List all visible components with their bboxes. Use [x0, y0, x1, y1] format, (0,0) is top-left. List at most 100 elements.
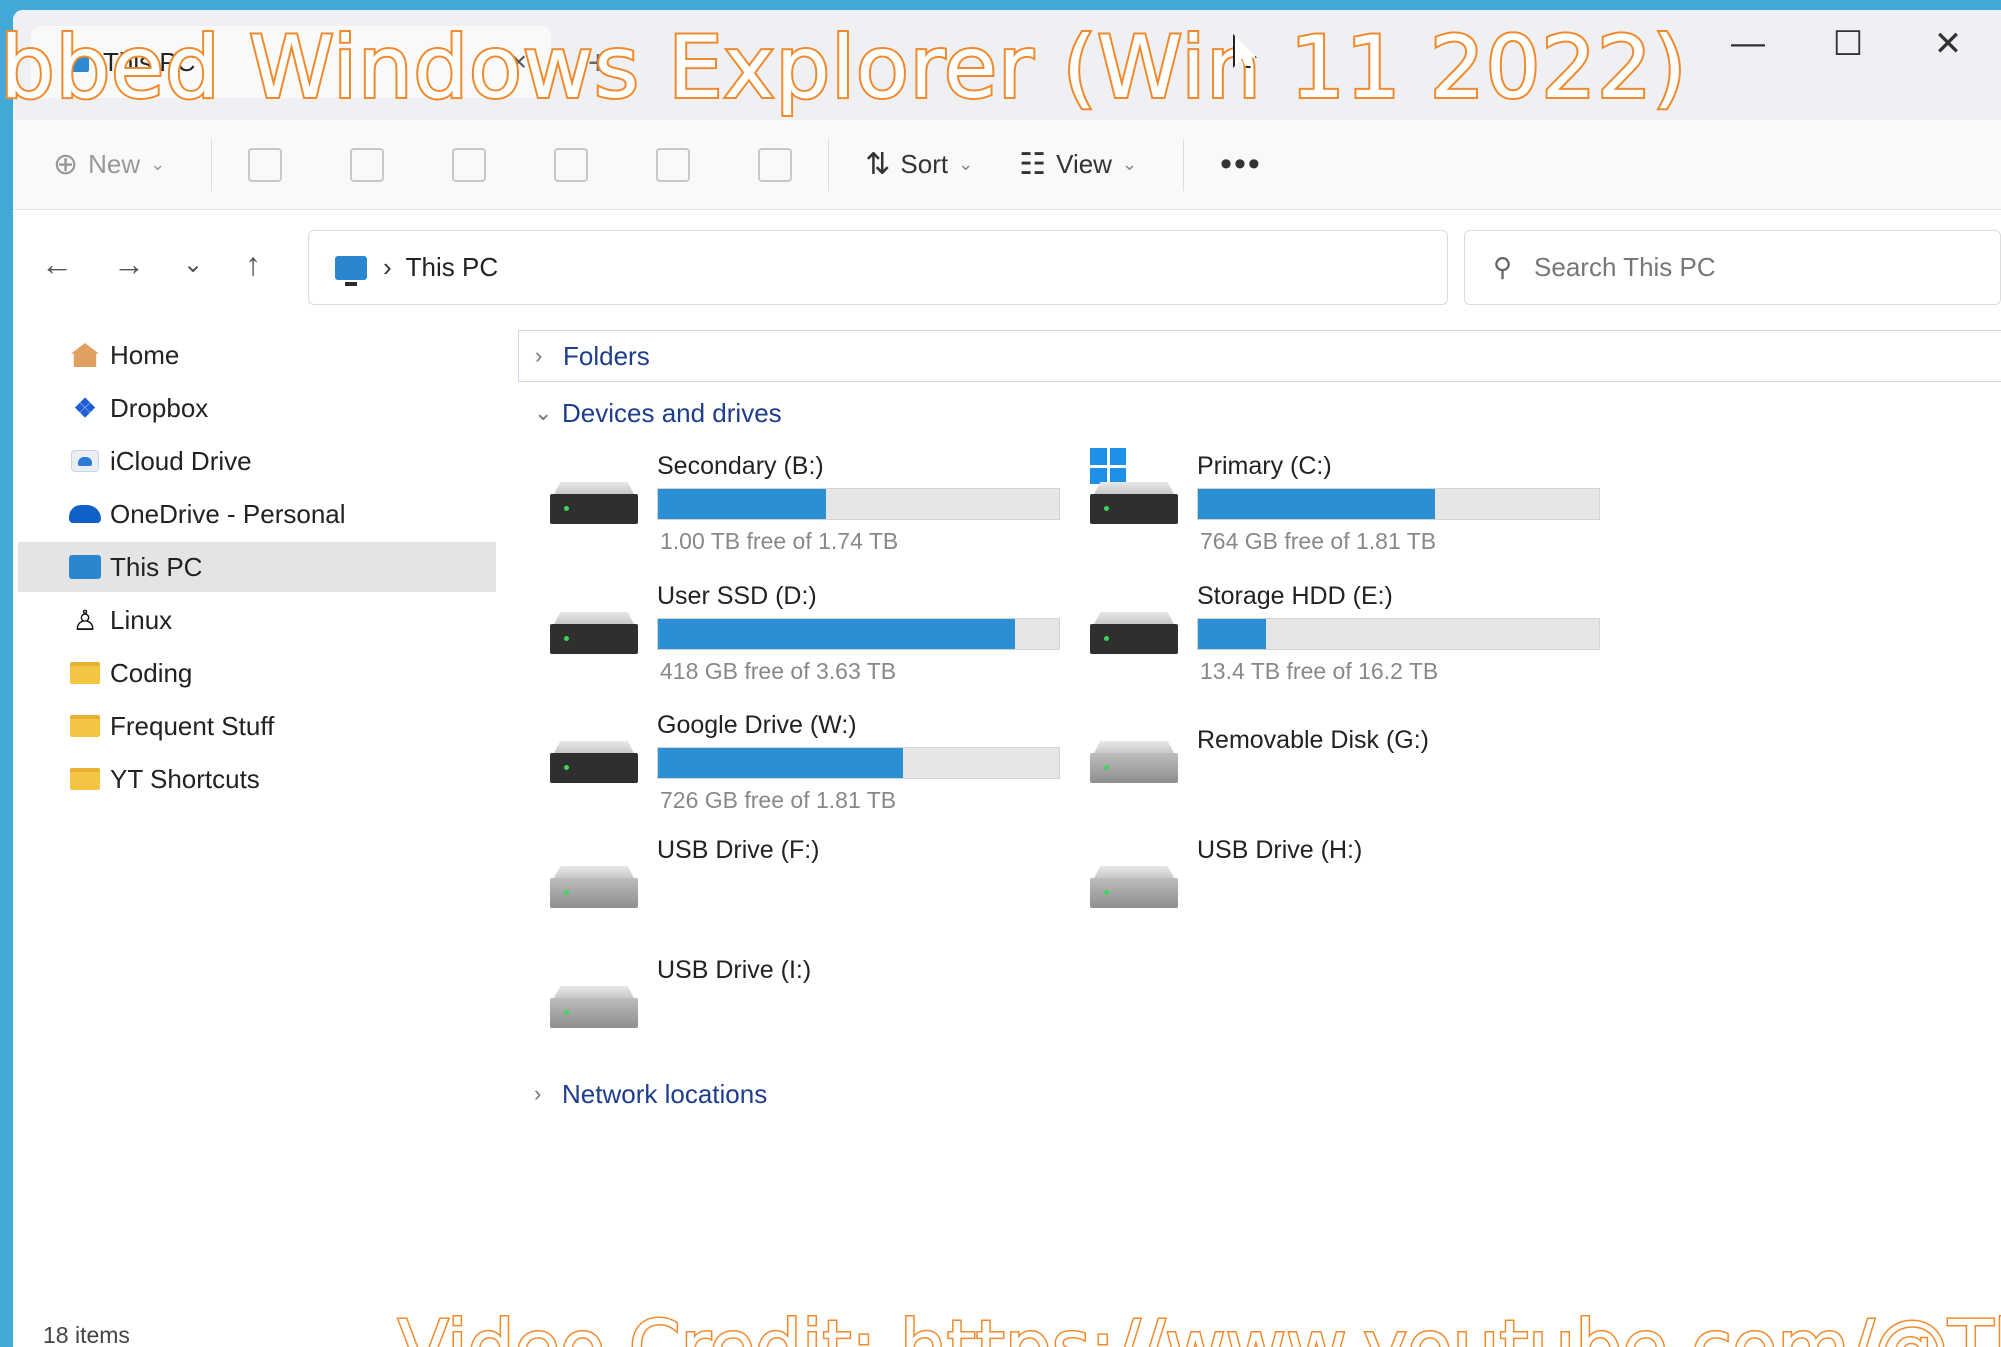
back-arrow-icon[interactable]: ← — [41, 246, 73, 283]
sidebar-item-label: OneDrive - Personal — [110, 498, 346, 529]
toolbar-divider — [211, 138, 213, 191]
network-group-header[interactable]: › Network locations — [518, 1068, 2001, 1120]
drive-free-space: 13.4 TB free of 16.2 TB — [1200, 658, 1439, 684]
share-icon[interactable] — [656, 147, 691, 182]
usb-drive-icon — [550, 986, 638, 1030]
chevron-down-icon: ⌄ — [1121, 154, 1138, 174]
onedrive-icon — [69, 505, 101, 523]
content-pane: › Folders ⌄ Devices and drives Secondary… — [510, 330, 2001, 1347]
sidebar-item-coding[interactable]: Coding — [18, 648, 496, 698]
home-icon — [71, 343, 99, 367]
sidebar-item-label: Dropbox — [110, 392, 209, 423]
drive-name: Secondary (B:) — [657, 452, 824, 480]
usb-drive-icon — [1090, 866, 1178, 910]
drive-name: Primary (C:) — [1197, 452, 1332, 480]
search-box[interactable]: ⚲ — [1464, 230, 2001, 305]
drive-name: User SSD (D:) — [657, 582, 817, 610]
toolbar-divider — [828, 138, 830, 191]
drive-tile[interactable]: USB Drive (H:) — [1050, 836, 1570, 946]
pc-icon — [335, 255, 367, 286]
drive-usage-bar — [1197, 488, 1600, 520]
hard-drive-icon — [550, 482, 638, 526]
sort-button-label: Sort — [900, 149, 949, 179]
drive-tile[interactable]: Google Drive (W:) 726 GB free of 1.81 TB — [510, 711, 1060, 821]
cut-icon[interactable] — [248, 147, 283, 182]
group-label: Network locations — [562, 1078, 768, 1109]
sidebar-item-yt-shortcuts[interactable]: YT Shortcuts — [18, 754, 496, 804]
icloud-icon — [71, 450, 99, 472]
sort-icon: ⇅ — [865, 148, 891, 181]
view-button[interactable]: ☷ View ⌄ — [1019, 147, 1147, 182]
navigation-pane: Home ❖ Dropbox iCloud Drive OneDrive - P… — [13, 330, 496, 1270]
view-button-label: View — [1056, 149, 1112, 179]
sidebar-item-dropbox[interactable]: ❖ Dropbox — [18, 383, 496, 433]
sidebar-item-icloud-drive[interactable]: iCloud Drive — [18, 436, 496, 486]
sidebar-item-label: iCloud Drive — [110, 445, 252, 476]
forward-arrow-icon[interactable]: → — [113, 246, 145, 283]
drive-usage-fill — [1198, 489, 1435, 519]
folder-icon — [70, 715, 100, 737]
hard-drive-icon — [1090, 612, 1178, 656]
drive-free-space: 764 GB free of 1.81 TB — [1200, 528, 1437, 554]
chevron-right-icon: › — [534, 1081, 542, 1106]
maximize-button[interactable]: ☐ — [1813, 24, 1883, 64]
hard-drive-icon — [1090, 482, 1178, 526]
drive-usage-bar — [657, 747, 1060, 779]
drive-tile[interactable]: USB Drive (I:) — [510, 956, 1030, 1066]
drive-tile[interactable]: User SSD (D:) 418 GB free of 3.63 TB — [510, 582, 1060, 692]
sort-button[interactable]: ⇅ Sort ⌄ — [865, 147, 983, 182]
drive-free-space: 1.00 TB free of 1.74 TB — [660, 528, 899, 554]
drive-tile[interactable]: Secondary (B:) 1.00 TB free of 1.74 TB — [510, 452, 1060, 562]
drive-tile[interactable]: USB Drive (F:) — [510, 836, 1030, 946]
sidebar-item-home[interactable]: Home — [18, 330, 496, 380]
removable-disk-icon — [1090, 741, 1178, 785]
dropbox-icon: ❖ — [73, 392, 97, 423]
chevron-down-icon: ⌄ — [150, 154, 166, 174]
recent-chevron-icon[interactable]: ⌄ — [183, 250, 203, 279]
drive-usage-fill — [658, 489, 827, 519]
sidebar-item-linux[interactable]: ♙ Linux — [18, 595, 496, 645]
hard-drive-icon — [550, 741, 638, 785]
paste-icon[interactable] — [452, 147, 487, 182]
more-options-button[interactable]: ••• — [1220, 145, 1262, 184]
delete-icon[interactable] — [758, 147, 793, 182]
sidebar-item-onedrive[interactable]: OneDrive - Personal — [18, 489, 496, 539]
rename-icon[interactable] — [554, 147, 589, 182]
overlay-credit: Video Credit: https://www.youtube.com/@T… — [396, 1304, 2001, 1347]
hard-drive-icon — [550, 612, 638, 656]
breadcrumb[interactable]: This PC — [406, 252, 498, 283]
chevron-right-icon: › — [535, 343, 543, 368]
drive-name: USB Drive (F:) — [657, 836, 820, 864]
drive-name: Google Drive (W:) — [657, 711, 857, 739]
folder-icon — [70, 768, 100, 790]
sidebar-item-label: Home — [110, 339, 180, 370]
drive-tile[interactable]: Removable Disk (G:) — [1050, 711, 1570, 821]
drive-usage-bar — [657, 618, 1060, 650]
copy-icon[interactable] — [350, 147, 385, 182]
view-icon: ☷ — [1019, 148, 1047, 181]
drive-tile[interactable]: Storage HDD (E:) 13.4 TB free of 16.2 TB — [1050, 582, 1600, 692]
sidebar-item-label: YT Shortcuts — [110, 763, 260, 794]
up-arrow-icon[interactable]: ↑ — [245, 246, 261, 283]
folders-group-header[interactable]: › Folders — [518, 330, 2001, 382]
group-label: Folders — [563, 340, 650, 371]
drive-usage-fill — [658, 619, 1015, 649]
new-button[interactable]: ⊕ New ⌄ — [53, 147, 175, 182]
drive-name: USB Drive (I:) — [657, 956, 812, 984]
search-input[interactable] — [1534, 252, 1975, 283]
minimize-button[interactable]: — — [1713, 24, 1783, 63]
drive-free-space: 726 GB free of 1.81 TB — [660, 787, 897, 813]
drive-tile[interactable]: Primary (C:) 764 GB free of 1.81 TB — [1050, 448, 1600, 562]
close-button[interactable]: ✕ — [1913, 24, 1983, 64]
command-bar: ⊕ New ⌄ ⇅ Sort ⌄ ☷ View ⌄ ••• — [13, 120, 2001, 210]
address-row: ← → ⌄ ↑ › This PC ⌄ ↻ ⚲ — [13, 220, 2001, 310]
sidebar-item-this-pc[interactable]: This PC — [18, 542, 496, 592]
address-bar[interactable]: › This PC ⌄ ↻ — [308, 230, 1718, 305]
new-button-label: New — [88, 149, 141, 179]
drive-name: USB Drive (H:) — [1197, 836, 1363, 864]
devices-group-header[interactable]: ⌄ Devices and drives — [518, 387, 2001, 439]
sidebar-item-label: This PC — [110, 551, 203, 582]
sidebar-item-frequent-stuff[interactable]: Frequent Stuff — [18, 701, 496, 751]
plus-circle-icon: ⊕ — [53, 148, 79, 181]
folder-icon — [70, 662, 100, 684]
